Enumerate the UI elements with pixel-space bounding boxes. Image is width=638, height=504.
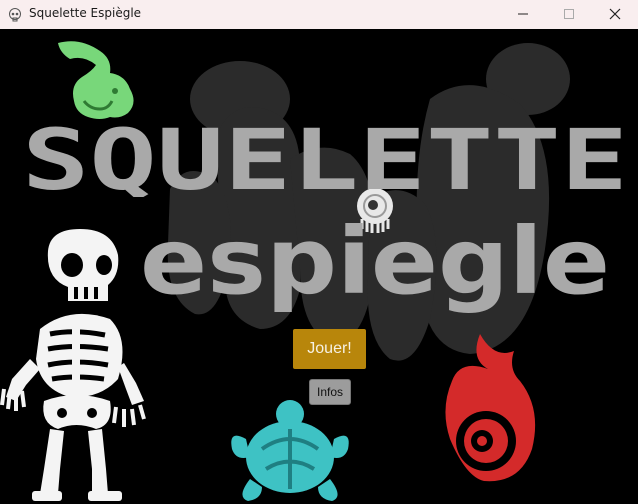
- game-screen: SQUELETTE espiegle Jouer! Infos: [0, 29, 638, 504]
- window-titlebar: Squelette Espiègle: [0, 0, 638, 29]
- window-title: Squelette Espiègle: [29, 6, 142, 20]
- skull-icon: [8, 7, 22, 22]
- dragon-sprite: [58, 41, 134, 120]
- turtle-sprite: [231, 400, 349, 501]
- maximize-icon: [564, 9, 574, 19]
- logo-title-line1: SQUELETTE: [22, 117, 628, 197]
- maximize-button[interactable]: [546, 0, 592, 29]
- flame-eye-sprite: [445, 334, 536, 482]
- minimize-icon: [518, 13, 528, 15]
- close-button[interactable]: [592, 0, 638, 29]
- game-logo-title: SQUELETTE: [22, 117, 628, 197]
- minimize-button[interactable]: [500, 0, 546, 29]
- info-button[interactable]: Infos: [309, 379, 351, 405]
- logo-title-line2: espiegle: [140, 215, 610, 315]
- skeleton-sprite: [0, 229, 146, 501]
- game-logo-subtitle: espiegle: [140, 215, 610, 315]
- play-button[interactable]: Jouer!: [293, 329, 366, 369]
- close-icon: [609, 8, 621, 20]
